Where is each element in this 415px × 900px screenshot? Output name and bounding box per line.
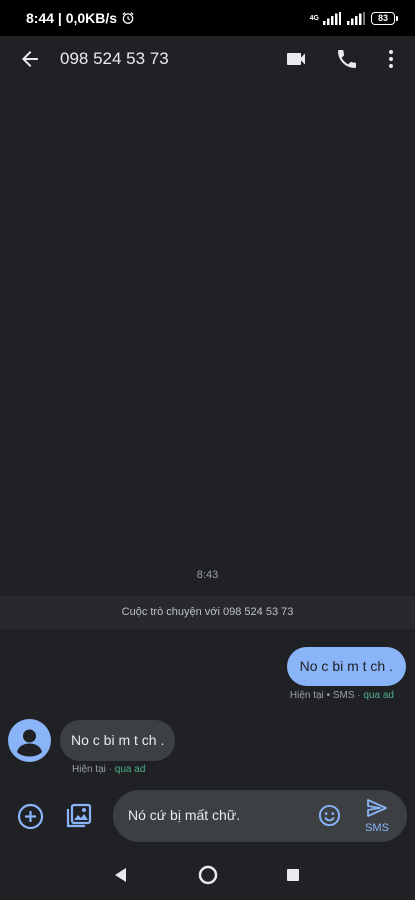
person-icon bbox=[17, 729, 42, 757]
incoming-message-bubble[interactable]: No c bi m t ch . bbox=[60, 720, 176, 761]
more-options-icon[interactable] bbox=[379, 47, 403, 71]
outgoing-message-meta: Hiện tại • SMS · qua ad bbox=[290, 690, 394, 701]
nav-back-icon[interactable] bbox=[113, 867, 127, 883]
system-nav-bar bbox=[0, 850, 415, 900]
outgoing-meta-via: · qua ad bbox=[354, 690, 394, 701]
incoming-meta-time: Hiện tại bbox=[72, 764, 106, 775]
gallery-icon[interactable] bbox=[64, 803, 92, 831]
add-attachment-icon[interactable] bbox=[17, 803, 44, 830]
phone-call-icon[interactable] bbox=[335, 47, 359, 71]
nav-recents-icon[interactable] bbox=[287, 869, 299, 881]
alarm-icon bbox=[122, 12, 134, 24]
video-call-icon[interactable] bbox=[284, 47, 308, 71]
message-input[interactable] bbox=[128, 807, 308, 823]
status-left: 8:44 | 0,0KB/s bbox=[26, 10, 135, 26]
contact-avatar[interactable] bbox=[8, 719, 51, 762]
send-button[interactable]: SMS bbox=[357, 796, 397, 836]
incoming-meta-via: · qua ad bbox=[105, 764, 146, 775]
time-divider: 8:43 bbox=[196, 569, 219, 581]
back-arrow-icon[interactable] bbox=[18, 47, 42, 71]
emoji-icon[interactable] bbox=[318, 804, 341, 827]
signal-icon bbox=[323, 11, 341, 25]
status-bar: 8:44 | 0,0KB/s 4G 83 bbox=[0, 0, 415, 36]
contact-title: 098 524 53 73 bbox=[60, 49, 169, 68]
signal-icon-2 bbox=[347, 11, 365, 25]
send-type-label: SMS bbox=[365, 822, 389, 834]
outgoing-message-bubble[interactable]: No c bi m t ch . bbox=[286, 647, 406, 686]
nav-home-icon[interactable] bbox=[198, 865, 218, 885]
status-right: 4G 83 bbox=[309, 11, 398, 25]
send-icon bbox=[367, 799, 387, 817]
app-bar: 098 524 53 73 bbox=[0, 36, 415, 82]
status-time-speed: 8:44 | 0,0KB/s bbox=[26, 10, 118, 26]
battery-indicator: 83 bbox=[371, 11, 398, 25]
outgoing-meta-time: Hiện tại • SMS bbox=[289, 690, 355, 701]
conversation-banner: Cuộc trò chuyện với 098 524 53 73 bbox=[0, 596, 415, 629]
network-type-label: 4G bbox=[309, 14, 319, 22]
incoming-message-meta: Hiện tại · qua ad bbox=[72, 764, 145, 775]
compose-box: SMS bbox=[113, 790, 407, 842]
